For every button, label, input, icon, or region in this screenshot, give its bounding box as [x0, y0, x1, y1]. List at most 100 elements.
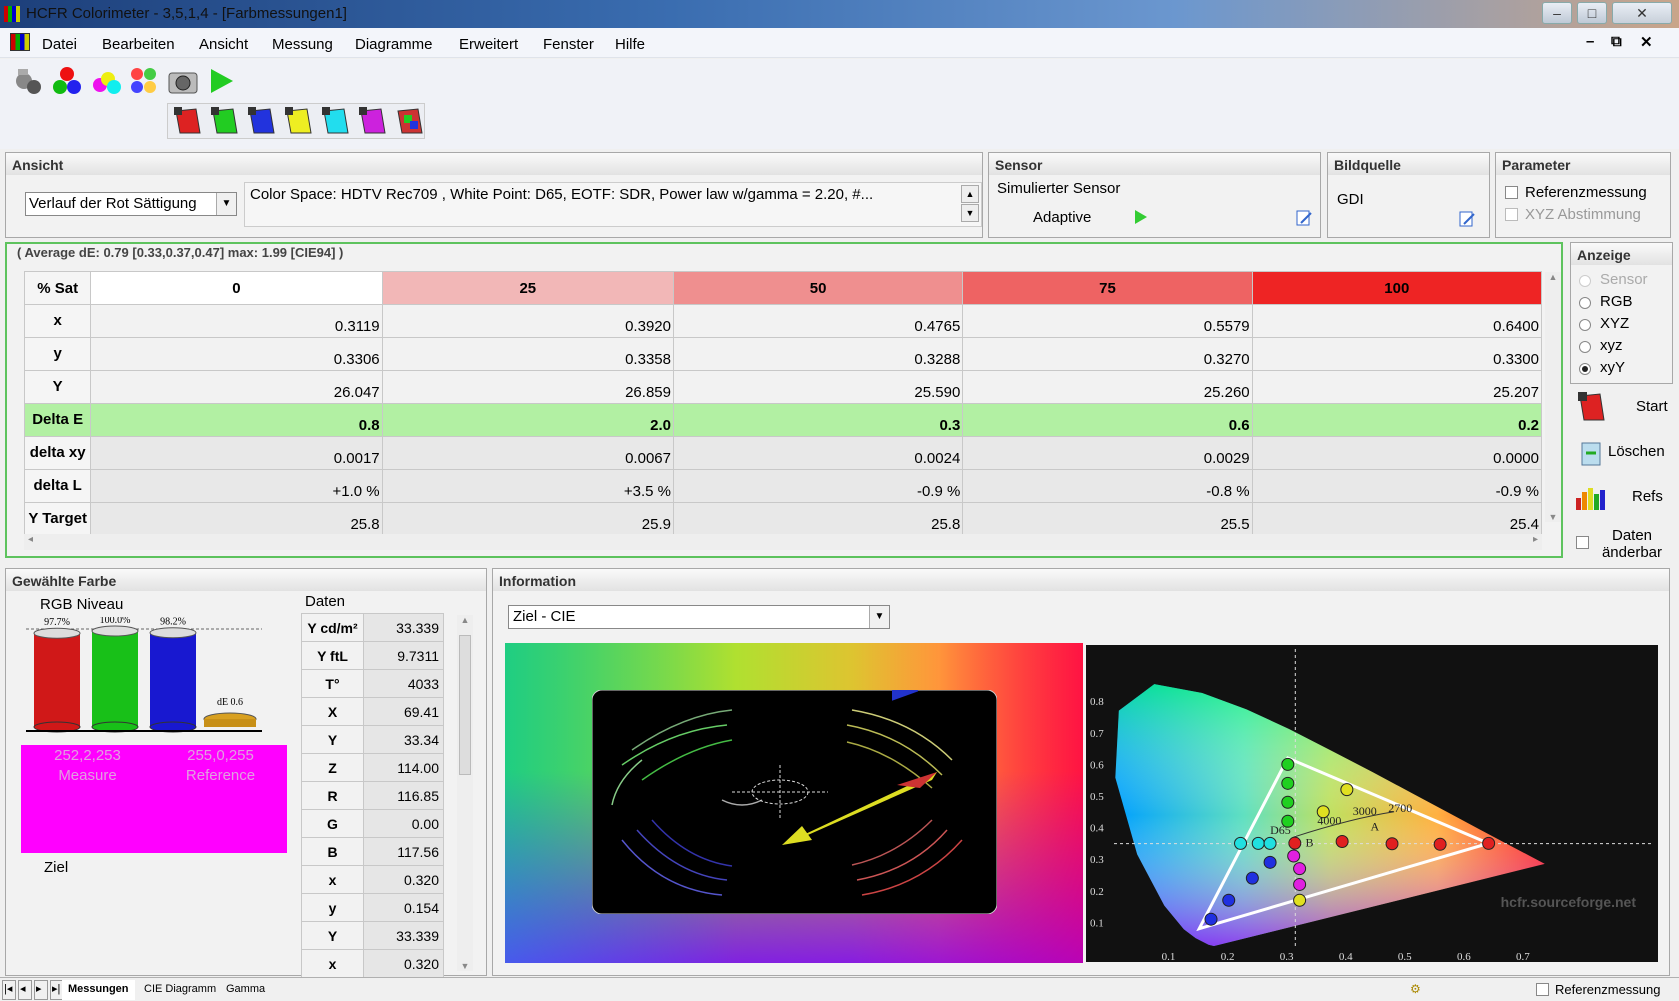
column-header[interactable]: 0	[90, 271, 383, 305]
table-cell[interactable]: -0.9 %	[672, 469, 964, 503]
table-cell[interactable]: 26.047	[90, 370, 383, 404]
table-cell[interactable]: 0.0017	[90, 436, 383, 470]
radio-rgb[interactable]	[1579, 297, 1591, 309]
play-icon[interactable]	[1134, 209, 1148, 229]
menu-hilfe[interactable]: Hilfe	[615, 36, 645, 53]
radio-xyy[interactable]	[1579, 363, 1591, 375]
table-cell[interactable]: -0.9 %	[1251, 469, 1543, 503]
mdi-restore-button[interactable]: ⧉	[1611, 33, 1622, 50]
table-cell[interactable]: 25.4	[1251, 502, 1543, 536]
table-cell[interactable]: 0.3358	[381, 337, 674, 371]
loeschen-button[interactable]: Löschen	[1572, 433, 1672, 473]
column-header[interactable]: 100	[1251, 271, 1543, 305]
next-tab-button[interactable]: ▸	[34, 980, 48, 1000]
column-header[interactable]: 50	[672, 271, 964, 305]
play-icon[interactable]	[205, 65, 237, 97]
table-cell[interactable]: 25.260	[962, 370, 1253, 404]
table-cell[interactable]: 0.3306	[90, 337, 383, 371]
yellow-saturation-icon[interactable]	[283, 105, 315, 137]
table-cell[interactable]: +3.5 %	[381, 469, 674, 503]
colorchecker-icon[interactable]	[394, 105, 426, 137]
cyan-saturation-icon[interactable]	[320, 105, 352, 137]
table-cell[interactable]: 0.5579	[962, 304, 1253, 338]
menu-diagramme[interactable]: Diagramme	[355, 36, 433, 53]
row-label: Y Target	[23, 502, 92, 536]
table-cell[interactable]: 25.5	[962, 502, 1253, 536]
first-tab-button[interactable]: |◂	[2, 980, 16, 1000]
menu-datei[interactable]: Datei	[42, 36, 77, 53]
table-cell[interactable]: 25.9	[381, 502, 674, 536]
vertical-scrollbar[interactable]: ▲ ▼	[1545, 272, 1561, 522]
radio-sensor[interactable]	[1579, 275, 1591, 287]
column-header[interactable]: 75	[962, 271, 1253, 305]
menu-messung[interactable]: Messung	[272, 36, 333, 53]
scroll-up-arrow[interactable]: ▲	[961, 185, 979, 203]
rgb-primaries-icon[interactable]	[51, 65, 83, 97]
red-saturation-icon[interactable]	[172, 105, 204, 137]
table-cell[interactable]: 25.8	[90, 502, 383, 536]
blue-saturation-icon[interactable]	[246, 105, 278, 137]
table-cell[interactable]: 0.3920	[381, 304, 674, 338]
table-cell[interactable]: 0.0024	[672, 436, 964, 470]
daten-scrollbar[interactable]: ▲ ▼	[457, 615, 473, 971]
minimize-button[interactable]: –	[1542, 2, 1572, 24]
radio-xyz-lower[interactable]	[1579, 341, 1591, 353]
menu-erweitert[interactable]: Erweitert	[459, 36, 518, 53]
mdi-minimize-button[interactable]: –	[1586, 33, 1594, 50]
table-cell[interactable]: 0.0029	[962, 436, 1253, 470]
scroll-down-arrow[interactable]: ▼	[961, 204, 979, 222]
table-cell[interactable]: 0.3	[672, 403, 964, 437]
tab-messungen[interactable]: Messungen	[62, 980, 135, 1000]
camera-icon[interactable]	[167, 65, 199, 97]
prev-tab-button[interactable]: ◂	[18, 980, 32, 1000]
menu-ansicht[interactable]: Ansicht	[199, 36, 248, 53]
magenta-saturation-icon[interactable]	[357, 105, 389, 137]
table-cell[interactable]: 0.3300	[1251, 337, 1543, 371]
configure-sensor-icon[interactable]	[1295, 209, 1313, 231]
table-cell[interactable]: 0.6	[962, 403, 1253, 437]
refs-button[interactable]: Refs	[1572, 478, 1672, 518]
table-cell[interactable]: 0.2	[1251, 403, 1543, 437]
menu-fenster[interactable]: Fenster	[543, 36, 594, 53]
table-cell[interactable]: 25.590	[672, 370, 964, 404]
table-cell[interactable]: 26.859	[381, 370, 674, 404]
sensor-icon[interactable]	[12, 65, 44, 97]
table-cell[interactable]: 0.0000	[1251, 436, 1543, 470]
referenzmessung-checkbox[interactable]	[1505, 186, 1518, 199]
table-cell[interactable]: 0.0067	[381, 436, 674, 470]
tab-gamma[interactable]: Gamma	[220, 980, 271, 1000]
view-select[interactable]: Verlauf der Rot Sättigung ▼	[25, 192, 237, 216]
table-cell[interactable]: 0.3288	[672, 337, 964, 371]
chevron-down-icon[interactable]: ▼	[216, 193, 236, 215]
green-saturation-icon[interactable]	[209, 105, 241, 137]
table-cell[interactable]: 2.0	[381, 403, 674, 437]
daten-aenderbar-checkbox[interactable]	[1576, 536, 1589, 549]
xyz-abstimmung-checkbox[interactable]	[1505, 208, 1518, 221]
start-button[interactable]: Start	[1572, 388, 1672, 428]
horizontal-scrollbar[interactable]: ◂ ▸	[24, 534, 1542, 550]
table-cell[interactable]: 0.3270	[962, 337, 1253, 371]
table-cell[interactable]: 0.4765	[672, 304, 964, 338]
table-cell[interactable]: 0.6400	[1251, 304, 1543, 338]
table-cell[interactable]: -0.8 %	[962, 469, 1253, 503]
menu-bearbeiten[interactable]: Bearbeiten	[102, 36, 175, 53]
table-cell[interactable]: +1.0 %	[90, 469, 383, 503]
table-cell[interactable]: 25.207	[1251, 370, 1543, 404]
scrollbar-thumb[interactable]	[459, 635, 471, 775]
column-header[interactable]: 25	[381, 271, 674, 305]
app-menu-icon[interactable]	[10, 33, 30, 51]
status-referenzmessung-checkbox[interactable]	[1536, 983, 1549, 996]
information-select[interactable]: Ziel - CIE ▼	[508, 605, 890, 629]
secondaries-icon[interactable]	[90, 65, 122, 97]
radio-xyz-upper[interactable]	[1579, 319, 1591, 331]
table-cell[interactable]: 25.8	[672, 502, 964, 536]
maximize-button[interactable]: □	[1577, 2, 1607, 24]
chevron-down-icon[interactable]: ▼	[869, 606, 889, 628]
table-cell[interactable]: 0.8	[90, 403, 383, 437]
tab-cie-diagramm[interactable]: CIE Diagramm	[138, 980, 222, 1000]
table-cell[interactable]: 0.3119	[90, 304, 383, 338]
configure-source-icon[interactable]	[1458, 210, 1476, 232]
gray-scale-icon[interactable]	[128, 65, 160, 97]
mdi-close-button[interactable]: ✕	[1640, 33, 1653, 51]
close-button[interactable]: ✕	[1612, 2, 1672, 24]
